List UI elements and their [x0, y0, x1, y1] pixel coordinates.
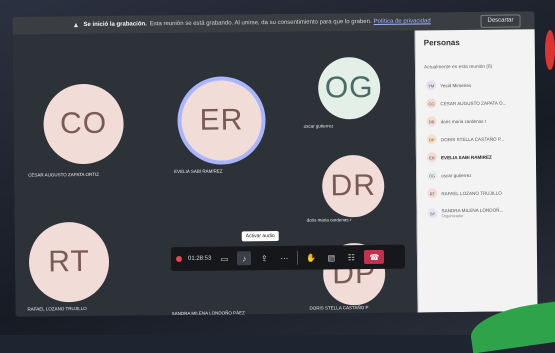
participants-icon[interactable]: ☷ [344, 250, 358, 264]
list-item[interactable]: CO CÉSAR AUGUSTO ZAPATA O... [426, 95, 532, 110]
panel-title: Personas [423, 38, 460, 48]
list-item[interactable]: SP SANDRA MILENA LONDOÑ... Organizador [427, 205, 533, 220]
banner-text: Esta reunión se está grabando. Al unirse… [149, 18, 372, 28]
list-item[interactable]: ER EVELIA SABI RAMIREZ [426, 149, 533, 164]
section-header[interactable]: Actualmente en esta reunión (8) [424, 65, 492, 71]
participant-avatar[interactable]: OG [317, 56, 381, 120]
background-decoration [545, 30, 555, 70]
participant-name: oscar gutierrez [303, 123, 334, 129]
call-timer: 01:28:53 [187, 255, 212, 262]
list-item[interactable]: DP DORIS STELLA CASTAÑO P... [426, 131, 533, 146]
person-name: Yesid Mimeries [440, 82, 472, 88]
person-name: EVELIA SABI RAMIREZ [440, 154, 492, 160]
recording-indicator-icon [175, 255, 183, 263]
list-item[interactable]: DR doris maria cardenas r [426, 113, 532, 128]
chat-icon[interactable]: ▤ [324, 250, 338, 264]
participant-name: DORIS STELLA CASTAÑO P [309, 305, 369, 311]
camera-icon[interactable]: ▭ [217, 251, 231, 265]
avatar-initials: OG [324, 70, 374, 105]
avatar-initials: CO [59, 106, 108, 141]
person-role: Organizador [441, 213, 464, 219]
video-stage: CO CÉSAR AUGUSTO ZAPATA ORTIZ ER EVELIA … [12, 30, 418, 317]
call-controls: 01:28:53 ▭ ♪ ⇪ ⋯ ✋ ▤ ☷ ☎ [170, 244, 406, 272]
teams-window: ▲ Se inició la grabación. Esta reunión s… [12, 11, 538, 317]
avatar: ER [426, 152, 437, 163]
participant-name: CÉSAR AUGUSTO ZAPATA ORTIZ [28, 171, 99, 178]
dismiss-button[interactable]: Descartar [480, 14, 521, 28]
person-name: SANDRA MILENA LONDOÑ... Organizador [441, 208, 503, 219]
people-panel: Personas Actualmente en esta reunión (8)… [414, 29, 538, 313]
avatar: DP [426, 134, 437, 145]
unmute-tooltip: Activar audio [241, 230, 279, 242]
participant-name: EVELIA SABI RAMIREZ [174, 168, 223, 175]
participant-avatar[interactable]: RT [28, 221, 110, 303]
participant-name: doris maria cardenas r [306, 217, 352, 223]
participant-name: RAFAEL LOZANO TRUJILLO [27, 305, 87, 312]
avatar: OG [427, 170, 438, 181]
avatar: RT [427, 188, 438, 199]
person-name: RAFAEL LOZANO TRUJILLO [441, 190, 502, 196]
avatar: YM [426, 80, 437, 91]
participant-avatar[interactable]: CO [43, 83, 124, 165]
list-item[interactable]: RT RAFAEL LOZANO TRUJILLO [427, 185, 533, 200]
divider [297, 250, 299, 265]
participant-avatar[interactable]: DR [321, 154, 385, 218]
raise-hand-icon[interactable]: ✋ [304, 251, 318, 265]
person-name: doris maria cardenas r [440, 118, 487, 124]
list-item[interactable]: OG oscar gutierrez [427, 167, 533, 182]
avatar: CO [426, 98, 437, 109]
avatar: SP [427, 208, 438, 219]
avatar-initials: RT [48, 244, 90, 279]
person-name: CÉSAR AUGUSTO ZAPATA O... [440, 100, 507, 106]
more-options-icon[interactable]: ⋯ [277, 251, 291, 265]
privacy-policy-link[interactable]: Política de privacidad [374, 18, 431, 25]
banner-prefix: Se inició la grabación. [83, 21, 147, 28]
person-name: oscar gutierrez [441, 172, 472, 178]
microphone-icon[interactable]: ♪ [237, 251, 252, 266]
avatar: DR [426, 116, 437, 127]
participant-avatar-speaking[interactable]: ER [181, 80, 262, 161]
person-name: DORIS STELLA CASTAÑO P... [440, 136, 505, 142]
list-item[interactable]: YM Yesid Mimeries [426, 77, 532, 92]
hang-up-button[interactable]: ☎ [364, 249, 385, 265]
avatar-initials: ER [199, 103, 244, 137]
avatar-initials: DR [330, 168, 377, 203]
warning-icon: ▲ [72, 21, 80, 29]
share-screen-icon[interactable]: ⇪ [257, 251, 271, 265]
